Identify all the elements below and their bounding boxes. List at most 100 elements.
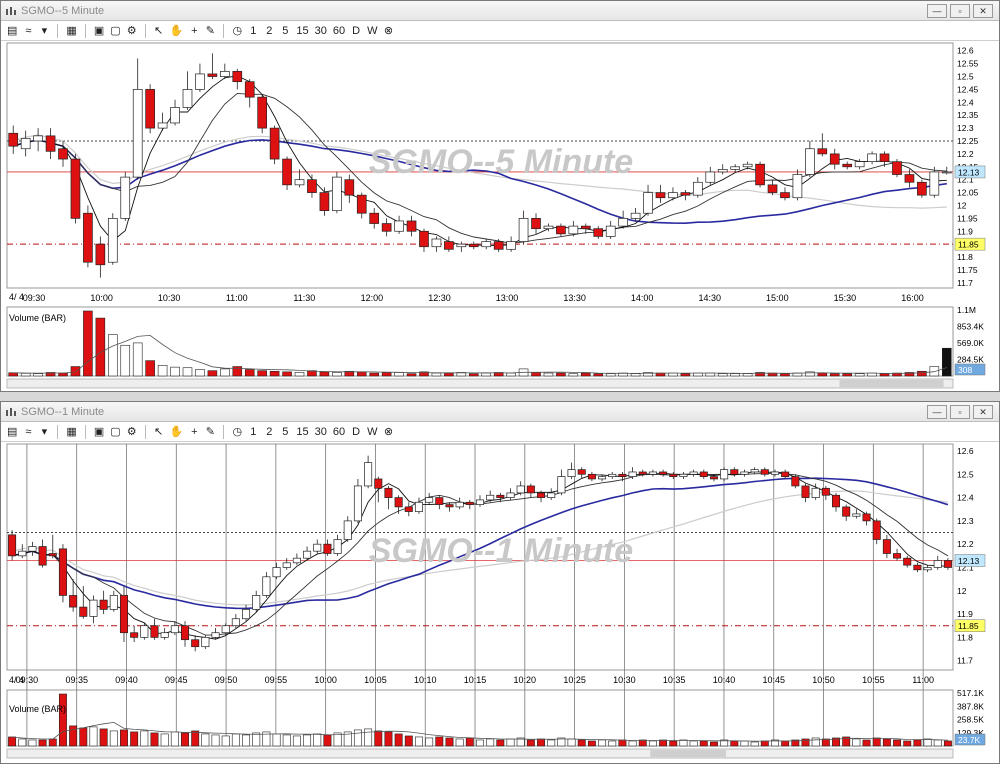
candle-body	[107, 218, 118, 263]
pointer-icon[interactable]: ↖	[154, 24, 164, 37]
close-button[interactable]: ✕	[973, 3, 993, 18]
price-tick-label: 11.7	[957, 656, 973, 666]
hand-icon[interactable]: ✋	[170, 24, 184, 37]
price-chart-1min[interactable]: 09:30 09:35 09:40 09:45 09:50 09:55 10:00 10:05…	[1, 442, 999, 763]
candle-body	[750, 469, 759, 473]
candle-body	[182, 89, 193, 108]
cancel-icon[interactable]: ⊗	[383, 425, 393, 438]
candle-body	[854, 161, 865, 168]
volume-bar	[543, 372, 554, 377]
volume-bar	[83, 310, 93, 377]
volume-bar	[605, 373, 616, 377]
fit-icon[interactable]: ▢	[110, 24, 120, 37]
interval-2[interactable]: 2	[264, 25, 274, 37]
candle-body	[496, 494, 505, 498]
volume-bar	[181, 732, 189, 747]
restore-button[interactable]: ▫	[950, 404, 970, 419]
pencil-icon[interactable]: ✎	[205, 24, 215, 37]
volume-bar	[526, 739, 535, 747]
interval-30[interactable]: 30	[315, 25, 327, 37]
settings-icon[interactable]: ⚙	[127, 425, 137, 438]
layout-icon[interactable]: ▦	[66, 24, 76, 37]
price-tick-label: 12.5	[957, 72, 974, 82]
volume-pane	[6, 689, 954, 747]
candle-body	[872, 520, 881, 540]
interval-5[interactable]: 5	[280, 25, 290, 37]
chart-toolbar: ▤ ≈ ▾ ▦ ▣ ▢ ⚙ ↖ ✋ + ✎ ◷ 1 2 5 15 30 60 D…	[1, 21, 999, 41]
price-chart-5min[interactable]: 09:30 10:00 10:30 11:00 11:30 12:00 12:30 13:00…	[1, 41, 999, 391]
volume-bar	[933, 739, 942, 747]
volume-bar	[730, 373, 740, 377]
close-button[interactable]: ✕	[973, 404, 993, 419]
interval-30[interactable]: 30	[315, 426, 327, 438]
interval-1[interactable]: 1	[248, 25, 258, 37]
layout-icon[interactable]: ▦	[66, 425, 76, 438]
clock-icon[interactable]: ◷	[232, 24, 243, 37]
interval-weekly[interactable]: W	[367, 426, 377, 438]
volume-bar	[854, 373, 865, 377]
minimize-button[interactable]: —	[927, 404, 947, 419]
interval-60[interactable]: 60	[333, 25, 345, 37]
volume-bar	[406, 373, 417, 377]
volume-bar	[48, 738, 57, 747]
candle-body	[394, 220, 404, 232]
interval-daily[interactable]: D	[351, 426, 361, 438]
crosshair-icon[interactable]: +	[189, 25, 199, 37]
candle-body	[38, 546, 47, 566]
line-chart-icon[interactable]: ≈	[23, 426, 33, 438]
volume-bar	[717, 373, 728, 377]
volume-bar	[917, 370, 927, 377]
zoom-icon[interactable]: ▣	[94, 425, 104, 438]
candle-body	[791, 476, 800, 487]
candle-body	[547, 492, 556, 498]
interval-15[interactable]: 15	[296, 426, 308, 438]
volume-bar	[252, 732, 261, 747]
candle-body	[699, 471, 708, 477]
clock-icon[interactable]: ◷	[232, 425, 243, 438]
zoom-icon[interactable]: ▣	[94, 24, 104, 37]
candle-body	[242, 609, 251, 620]
volume-bar	[150, 732, 159, 747]
fit-icon[interactable]: ▢	[110, 425, 120, 438]
interval-15[interactable]: 15	[296, 25, 308, 37]
interval-1[interactable]: 1	[248, 426, 258, 438]
interval-daily[interactable]: D	[351, 25, 361, 37]
title-bar[interactable]: SGMO--1 Minute — ▫ ✕	[1, 402, 999, 422]
candle-body	[720, 469, 729, 480]
candle-body	[356, 194, 367, 214]
minimize-button[interactable]: —	[927, 3, 947, 18]
volume-bar	[537, 738, 545, 747]
settings-icon[interactable]: ⚙	[127, 24, 137, 37]
bar-chart-icon[interactable]: ▤	[7, 24, 17, 37]
price-tick-label: 12.4	[957, 97, 974, 107]
volume-bar	[282, 371, 292, 377]
candle-body	[941, 171, 952, 174]
scrollbar-thumb[interactable]	[839, 380, 944, 387]
pointer-icon[interactable]: ↖	[154, 425, 164, 438]
chart-window-1min: SGMO--1 Minute — ▫ ✕ ▤ ≈ ▾ ▦ ▣ ▢ ⚙ ↖ ✋ +…	[0, 401, 1000, 764]
title-bar[interactable]: SGMO--5 Minute — ▫ ✕	[1, 1, 999, 21]
bar-chart-icon[interactable]: ▤	[7, 425, 17, 438]
cancel-icon[interactable]: ⊗	[383, 24, 393, 37]
candle-body	[160, 632, 169, 638]
line-chart-icon[interactable]: ≈	[23, 25, 33, 37]
crosshair-icon[interactable]: +	[189, 426, 199, 438]
interval-60[interactable]: 60	[333, 426, 345, 438]
pencil-icon[interactable]: ✎	[205, 425, 215, 438]
interval-2[interactable]: 2	[264, 426, 274, 438]
volume-bar	[303, 734, 312, 747]
restore-button[interactable]: ▫	[950, 3, 970, 18]
volume-bar	[8, 736, 17, 747]
chart-style-dropdown-icon[interactable]: ▾	[39, 425, 49, 438]
volume-tick-label: 569.0K	[957, 338, 984, 348]
candle-body	[232, 71, 243, 83]
interval-weekly[interactable]: W	[367, 25, 377, 37]
interval-5[interactable]: 5	[280, 426, 290, 438]
hand-icon[interactable]: ✋	[170, 425, 184, 438]
chart-style-dropdown-icon[interactable]: ▾	[39, 24, 49, 37]
candle-body	[780, 192, 790, 199]
window-title: SGMO--1 Minute	[21, 405, 105, 418]
candle-body	[829, 153, 840, 165]
price-tick-label: 12.6	[957, 446, 974, 456]
scrollbar-thumb[interactable]	[650, 750, 726, 757]
